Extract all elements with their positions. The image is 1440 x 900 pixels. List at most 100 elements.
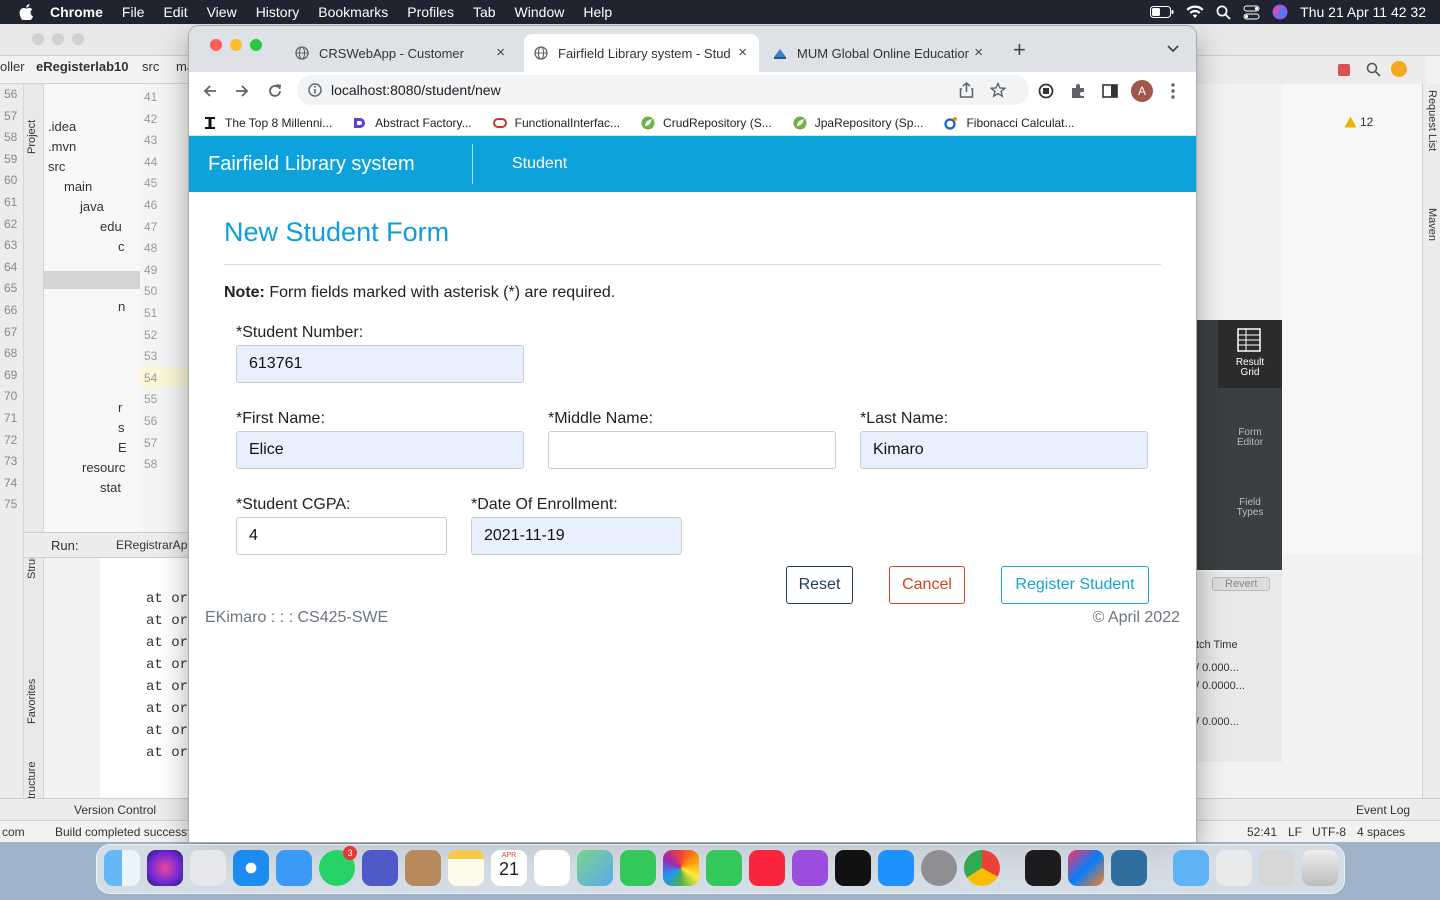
terminal-icon[interactable]: [1025, 850, 1061, 886]
menu-window[interactable]: Window: [515, 4, 565, 20]
menu-file[interactable]: File: [122, 4, 145, 20]
systemprefs-icon[interactable]: [921, 850, 957, 886]
tab-search-chevron-icon[interactable]: [1167, 45, 1179, 53]
ide-breadcrumb-src[interactable]: src: [142, 59, 159, 74]
navbar-brand[interactable]: Fairfield Library system: [208, 153, 415, 176]
teams-icon[interactable]: [362, 850, 398, 886]
screenshot-icon[interactable]: [1259, 850, 1295, 886]
notes-icon[interactable]: [448, 850, 484, 886]
bookmark-item[interactable]: The Top 8 Millenni...: [203, 116, 332, 130]
finder-icon[interactable]: [104, 850, 140, 886]
tree-item-mvn[interactable]: .mvn: [48, 139, 76, 154]
ide-close-dot[interactable]: [32, 33, 44, 45]
music-icon[interactable]: [749, 850, 785, 886]
nav-link-student[interactable]: Student: [512, 155, 567, 173]
appletv-icon[interactable]: [835, 850, 871, 886]
address-bar[interactable]: localhost:8080/student/new: [297, 75, 1029, 105]
ide-project-name[interactable]: eRegisterlab10: [36, 59, 129, 74]
window-zoom-button[interactable]: [250, 39, 262, 51]
spotlight-search-icon[interactable]: [1216, 5, 1231, 20]
tree-item-e[interactable]: E: [118, 440, 127, 455]
tab-close-icon[interactable]: ×: [496, 44, 505, 61]
messages-icon[interactable]: [620, 850, 656, 886]
window-close-button[interactable]: [210, 39, 222, 51]
tree-item-main[interactable]: main: [64, 179, 92, 194]
tab-mum-global[interactable]: MUM Global Online Education ×: [763, 34, 995, 72]
folder-icon[interactable]: [1173, 850, 1209, 886]
tool-tab-maven[interactable]: Maven: [1426, 208, 1438, 241]
appstore-icon[interactable]: [878, 850, 914, 886]
ide-zoom-dot[interactable]: [72, 33, 84, 45]
tree-item-r[interactable]: r: [118, 400, 122, 415]
menu-clock[interactable]: Thu 21 Apr 11 42 32: [1300, 4, 1426, 20]
siri-icon[interactable]: [1272, 4, 1288, 20]
whatsapp-icon[interactable]: 3: [319, 846, 357, 886]
run-config-tab[interactable]: ERegistrarAp: [116, 538, 187, 552]
update-icon[interactable]: [1391, 61, 1407, 77]
tab-close-icon[interactable]: ×: [738, 44, 747, 61]
bookmark-item[interactable]: Abstract Factory...: [353, 116, 472, 130]
profile-avatar[interactable]: A: [1131, 80, 1153, 102]
tree-item-edu[interactable]: edu: [100, 219, 122, 234]
bookmark-star-icon[interactable]: [990, 82, 1006, 98]
menu-tab[interactable]: Tab: [473, 4, 496, 20]
form-editor-label[interactable]: Form Editor: [1235, 428, 1265, 448]
calendar-icon[interactable]: APR 21: [491, 850, 527, 886]
podcasts-icon[interactable]: [792, 850, 828, 886]
extension-sync-icon[interactable]: [1038, 83, 1054, 99]
back-arrow-icon[interactable]: [202, 83, 218, 99]
student-number-input[interactable]: [236, 345, 524, 383]
tab-fairfield-library[interactable]: Fairfield Library system - Stude ×: [524, 34, 759, 72]
mail-icon[interactable]: [276, 850, 312, 886]
reminders-icon[interactable]: [534, 850, 570, 886]
status-indent[interactable]: 4 spaces: [1357, 825, 1405, 839]
status-line-ending[interactable]: LF: [1288, 825, 1302, 839]
control-center-icon[interactable]: [1243, 5, 1260, 20]
more-menu-icon[interactable]: [1171, 82, 1175, 100]
last-name-input[interactable]: [860, 431, 1148, 469]
preview-icon[interactable]: [1216, 850, 1252, 886]
menu-edit[interactable]: Edit: [163, 4, 187, 20]
wifi-icon[interactable]: [1186, 5, 1204, 19]
extensions-puzzle-icon[interactable]: [1070, 83, 1086, 99]
tree-item-java[interactable]: java: [80, 199, 104, 214]
cgpa-input[interactable]: [236, 517, 447, 555]
chrome-icon[interactable]: [964, 850, 1000, 886]
ide-minimize-dot[interactable]: [52, 33, 64, 45]
tool-tab-favorites[interactable]: Favorites: [26, 679, 38, 724]
menu-profiles[interactable]: Profiles: [407, 4, 454, 20]
battery-icon[interactable]: [1150, 6, 1174, 18]
tree-item-resources[interactable]: resourc: [82, 460, 125, 475]
mysqlworkbench-icon[interactable]: [1111, 850, 1147, 886]
facetime-icon[interactable]: [706, 850, 742, 886]
trash-icon[interactable]: [1302, 850, 1338, 886]
tree-selected-row[interactable]: [44, 271, 140, 289]
bookmark-item[interactable]: Fibonacci Calculat...: [944, 116, 1075, 130]
launchpad-icon[interactable]: [190, 850, 226, 886]
siri-icon[interactable]: [147, 850, 183, 886]
side-panel-icon[interactable]: [1102, 83, 1118, 99]
contacts-icon[interactable]: [405, 850, 441, 886]
new-tab-button[interactable]: +: [1013, 37, 1026, 63]
site-info-icon[interactable]: [308, 83, 322, 97]
first-name-input[interactable]: [236, 431, 524, 469]
reset-button[interactable]: Reset: [786, 566, 853, 604]
tab-close-icon[interactable]: ×: [974, 44, 983, 61]
tree-item-s[interactable]: s: [118, 420, 125, 435]
cancel-button[interactable]: Cancel: [889, 566, 965, 604]
status-encoding[interactable]: UTF-8: [1312, 825, 1346, 839]
intellij-icon[interactable]: [1068, 850, 1104, 886]
tree-item-src[interactable]: src: [48, 159, 65, 174]
tree-item-n[interactable]: n: [118, 299, 125, 314]
bookmark-item[interactable]: JpaRepository (Sp...: [793, 116, 923, 130]
apple-icon[interactable]: [19, 4, 33, 20]
register-student-button[interactable]: Register Student: [1001, 566, 1149, 604]
reload-icon[interactable]: [267, 83, 283, 99]
tab-crswebapp[interactable]: CRSWebApp - Customer ×: [285, 34, 517, 72]
photos-icon[interactable]: [663, 850, 699, 886]
middle-name-input[interactable]: [548, 431, 836, 469]
search-everywhere-icon[interactable]: [1366, 62, 1381, 77]
menu-bookmarks[interactable]: Bookmarks: [318, 4, 388, 20]
safari-icon[interactable]: [233, 850, 269, 886]
menu-view[interactable]: View: [207, 4, 237, 20]
